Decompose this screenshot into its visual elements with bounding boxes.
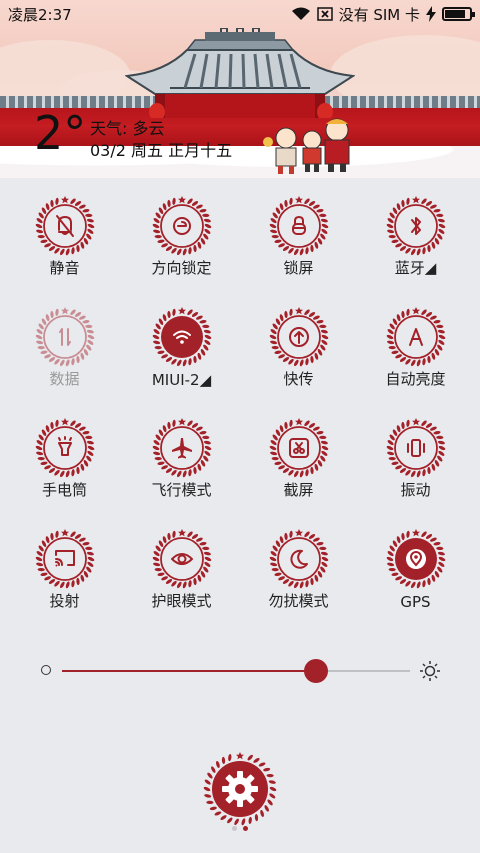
- gps-icon: [405, 549, 426, 569]
- toggle-label: 锁屏: [283, 259, 314, 277]
- toggle-button[interactable]: [386, 529, 446, 589]
- no-sim-icon: [316, 7, 333, 21]
- quick-send-icon: [288, 327, 309, 347]
- cast-icon: [54, 550, 75, 567]
- toggle-airplane[interactable]: 飞行模式: [123, 418, 240, 500]
- toggle-auto-brightness[interactable]: 自动亮度: [357, 307, 474, 389]
- toggle-button[interactable]: [35, 307, 95, 367]
- battery-icon: [442, 7, 475, 21]
- toggle-mobile-data[interactable]: 数据: [6, 307, 123, 389]
- toggle-button[interactable]: [386, 307, 446, 367]
- rotation-lock-icon: [172, 217, 191, 235]
- settings-button[interactable]: [203, 752, 277, 826]
- toggle-bell-off[interactable]: 静音: [6, 196, 123, 278]
- toggle-label: 数据: [49, 370, 80, 388]
- toggle-label: 投射: [49, 592, 80, 610]
- lock-icon: [291, 216, 306, 235]
- bell-off-icon: [55, 215, 74, 237]
- temple-roof-illustration: [125, 28, 355, 118]
- brightness-knob[interactable]: [304, 659, 329, 683]
- brightness-slider[interactable]: [0, 652, 480, 688]
- toggle-button[interactable]: [269, 529, 329, 589]
- airplane-icon: [171, 438, 192, 459]
- toggle-gps[interactable]: GPS: [357, 529, 474, 611]
- toggle-moon[interactable]: 勿扰模式: [240, 529, 357, 611]
- weather-date: 03/2 周五 正月十五: [90, 141, 233, 160]
- toggle-label: MIUI-2◢: [151, 371, 212, 389]
- toggle-rotation-lock[interactable]: 方向锁定: [123, 196, 240, 278]
- brightness-track[interactable]: [62, 670, 410, 672]
- toggle-button[interactable]: [35, 418, 95, 478]
- toggle-screenshot[interactable]: 截屏: [240, 418, 357, 500]
- flashlight-icon: [57, 436, 72, 456]
- auto-brightness-icon: [408, 328, 423, 346]
- toggle-label: 护眼模式: [151, 592, 212, 610]
- toggle-bluetooth[interactable]: 蓝牙◢: [357, 196, 474, 278]
- gear-icon: [222, 771, 258, 807]
- toggle-label: 方向锁定: [151, 259, 212, 277]
- wifi-signal-icon: [291, 7, 310, 20]
- toggle-label: 快传: [283, 370, 314, 388]
- bluetooth-icon: [410, 217, 421, 235]
- toggle-label: 截屏: [283, 481, 314, 499]
- cartoon-kids-illustration: [263, 118, 350, 174]
- toggle-vibrate[interactable]: 振动: [357, 418, 474, 500]
- toggle-label: 手电筒: [41, 481, 87, 499]
- toggle-label: GPS: [400, 593, 431, 611]
- toggle-label: 勿扰模式: [268, 592, 329, 610]
- quick-settings-grid: 静音 方向锁定 锁屏 蓝牙◢ 数据 MIUI-2◢ 快传 自动亮度 手电筒 飞行…: [0, 196, 480, 611]
- toggle-button[interactable]: [269, 418, 329, 478]
- toggle-button[interactable]: [35, 529, 95, 589]
- toggle-label: 飞行模式: [151, 481, 212, 499]
- toggle-wifi[interactable]: MIUI-2◢: [123, 307, 240, 389]
- toggle-button[interactable]: [269, 196, 329, 256]
- toggle-button[interactable]: [386, 196, 446, 256]
- eye-icon: [170, 553, 193, 565]
- toggle-quick-send[interactable]: 快传: [240, 307, 357, 389]
- weather-temperature: 2°: [34, 106, 87, 160]
- page-dot: [243, 826, 248, 831]
- toggle-label: 振动: [400, 481, 431, 499]
- moon-icon: [289, 549, 308, 569]
- wifi-icon: [172, 330, 191, 344]
- toggle-label: 自动亮度: [385, 370, 446, 388]
- page-indicator: [232, 826, 248, 831]
- status-bar: 凌晨2:37 没有 SIM 卡: [0, 0, 480, 28]
- brightness-low-icon: [41, 665, 51, 675]
- status-time: 凌晨2:37: [8, 5, 72, 24]
- toggle-cast[interactable]: 投射: [6, 529, 123, 611]
- toggle-label: 静音: [49, 259, 80, 277]
- battery-fill: [445, 10, 466, 18]
- toggle-eye[interactable]: 护眼模式: [123, 529, 240, 611]
- vibrate-icon: [406, 439, 425, 457]
- toggle-button[interactable]: [35, 196, 95, 256]
- toggle-button[interactable]: [386, 418, 446, 478]
- toggle-lock[interactable]: 锁屏: [240, 196, 357, 278]
- screenshot-icon: [288, 438, 309, 458]
- toggle-button[interactable]: [152, 418, 212, 478]
- theme-header: 凌晨2:37 没有 SIM 卡 2° 天气: 多云 03/2 周五 正月十五: [0, 0, 480, 178]
- toggle-button[interactable]: [152, 529, 212, 589]
- weather-condition: 天气: 多云: [90, 119, 165, 138]
- toggle-flashlight[interactable]: 手电筒: [6, 418, 123, 500]
- brightness-track-filled: [62, 670, 317, 672]
- toggle-label: 蓝牙◢: [394, 259, 437, 277]
- charging-icon: [426, 6, 436, 22]
- page-dot: [232, 826, 237, 831]
- toggle-button[interactable]: [152, 307, 212, 367]
- no-sim-text: 没有 SIM 卡: [338, 5, 420, 24]
- toggle-button[interactable]: [269, 307, 329, 367]
- toggle-button[interactable]: [152, 196, 212, 256]
- mobile-data-icon: [58, 328, 71, 346]
- brightness-high-icon: [420, 661, 440, 681]
